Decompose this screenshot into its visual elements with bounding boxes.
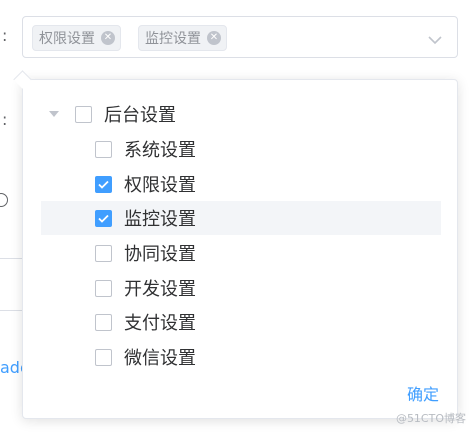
close-icon[interactable]: ✕ [101, 31, 115, 45]
tree-node-root[interactable]: 后台设置 [49, 97, 176, 131]
tree-dropdown-panel: 后台设置 系统设置 权限设置 监控设置 协同设置 开发设置 支付设置 微信设置 … [13, 70, 458, 419]
checkbox-checked[interactable] [95, 175, 112, 193]
popover-caret [13, 70, 32, 89]
tag-label: 权限设置 [39, 31, 95, 47]
checkbox[interactable] [75, 105, 92, 123]
checkbox[interactable] [95, 140, 112, 158]
tree-node-label: 监控设置 [124, 209, 196, 230]
tree-node-label: 系统设置 [124, 140, 196, 161]
tree-node-highlighted[interactable]: 监控设置 [41, 201, 441, 235]
tag-label: 监控设置 [145, 31, 201, 47]
checkbox-checked[interactable] [95, 209, 112, 227]
tree-node-label: 微信设置 [124, 348, 196, 369]
form-label-colon: : [2, 110, 8, 129]
tree-node-label: 协同设置 [124, 244, 196, 265]
check-icon [98, 180, 109, 189]
radio-fragment[interactable] [0, 193, 8, 207]
divider [0, 310, 22, 311]
check-icon [98, 214, 109, 223]
watermark: @51CTO博客 [395, 412, 466, 425]
selected-tag: 权限设置 ✕ [32, 25, 121, 51]
checkbox[interactable] [95, 244, 112, 262]
checkbox[interactable] [95, 313, 112, 331]
confirm-button[interactable]: 确定 [407, 381, 439, 405]
tree-node-label: 开发设置 [124, 279, 196, 300]
selected-tag: 监控设置 ✕ [138, 25, 227, 51]
tree-node-label: 权限设置 [124, 175, 196, 196]
tree-node[interactable]: 开发设置 [95, 271, 196, 305]
tree-node[interactable]: 微信设置 [95, 340, 196, 374]
tree-node[interactable]: 协同设置 [95, 236, 196, 270]
chevron-down-icon[interactable] [427, 31, 443, 50]
tree-node-label: 支付设置 [124, 313, 196, 334]
tree-node[interactable]: 支付设置 [95, 305, 196, 339]
expand-caret-icon[interactable] [49, 111, 59, 117]
close-icon[interactable]: ✕ [207, 31, 221, 45]
tree-select-input[interactable]: 权限设置 ✕ 监控设置 ✕ [22, 16, 458, 58]
checkbox[interactable] [95, 279, 112, 297]
form-label-colon: : [2, 26, 8, 45]
tree-node-label: 后台设置 [104, 105, 176, 126]
divider [0, 258, 22, 259]
tree-node[interactable]: 权限设置 [95, 167, 196, 201]
tree-node[interactable]: 系统设置 [95, 132, 196, 166]
checkbox[interactable] [95, 348, 112, 366]
